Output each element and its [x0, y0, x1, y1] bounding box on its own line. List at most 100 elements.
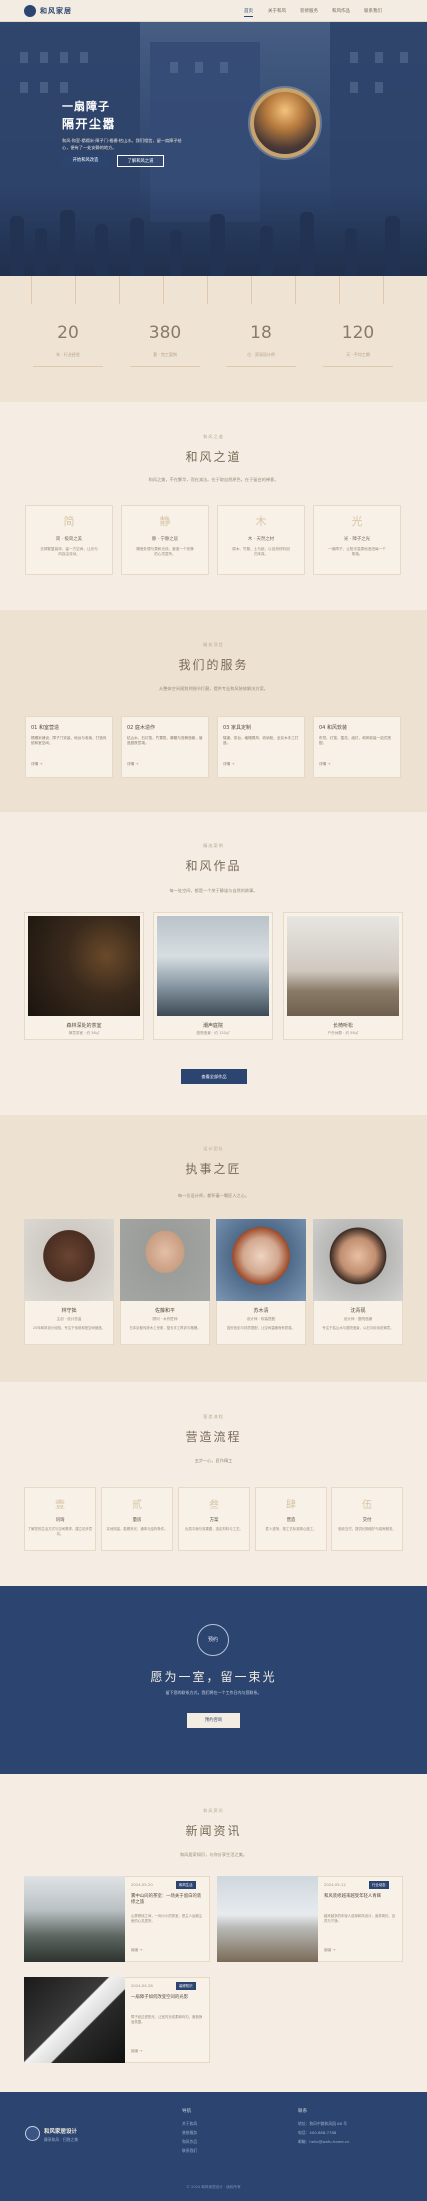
nav-services[interactable]: 装修服务 [300, 8, 318, 14]
service-more-link[interactable]: 详情 → [223, 762, 234, 767]
step-number: 贰 [132, 1500, 142, 1511]
hero-description: 和风·和室·榻榻米·障子门·格栅·枯山水。我们相信，留一扇障子给心，便有了一处安… [62, 138, 182, 150]
news-title[interactable]: 一扇障子如何改变空间的光影 [131, 1995, 204, 2001]
nav-works[interactable]: 和风作品 [332, 8, 350, 14]
section-title: 和风之道 [185, 450, 242, 464]
news-read-more[interactable]: 阅读 → [131, 1948, 142, 1953]
section-description: 每一处空间，都是一个关于静谧与自然的故事。 [169, 888, 258, 893]
section-description: 从整体空间规划到细节打磨，提供专业和风装修解决方案。 [159, 686, 268, 691]
brand-name[interactable]: 和风家居 [40, 6, 72, 16]
step-number: 伍 [362, 1500, 372, 1511]
section-title: 我们的服务 [178, 658, 249, 672]
member-photo [120, 1219, 210, 1301]
work-image-waves [157, 916, 269, 1016]
section-description: 五步一心，匠作精工 [194, 1458, 233, 1463]
dao-desc: 一扇障子，让阳光温柔地洒进每一个角落。 [328, 547, 386, 556]
section-description: 每一位设计师，都怀着一颗匠人之心。 [177, 1193, 250, 1198]
news-desc: 山雾缭绕之间，一间小小的茶室，是主人远离尘嚣的心灵居所。 [131, 1914, 203, 1923]
service-more-link[interactable]: 详情 → [31, 762, 42, 767]
member-role: 设计师 · 庭院造景 [343, 1317, 373, 1321]
learn-more-button[interactable]: 了解和风之道 [117, 155, 164, 167]
footer-link[interactable]: 关于和风 [182, 2121, 197, 2127]
step-desc: 出具平面与效果图，选定材料与工艺。 [185, 1527, 243, 1531]
stat-value: 120 [341, 323, 375, 343]
dao-name: 静 · 宁静之居 [151, 537, 179, 542]
step-number: 叁 [209, 1500, 219, 1511]
footer-link[interactable]: 联系我们 [182, 2148, 197, 2154]
view-all-works-button[interactable]: 查看全部作品 [181, 1069, 247, 1084]
step-name: 量房 [132, 1518, 142, 1523]
work-meta: 禅意茶室 · 约 36㎡ [68, 1031, 100, 1035]
footer-email[interactable]: 邮箱：hello@wafu-home.cn [298, 2139, 349, 2145]
logo-icon[interactable] [24, 5, 36, 17]
stat-value: 18 [250, 323, 272, 343]
book-consultation-button[interactable]: 预约咨询 [187, 1713, 240, 1728]
section-title: 新闻资讯 [185, 1824, 242, 1838]
news-date: 2024.05.12 [324, 1882, 346, 1887]
footer-link[interactable]: 装修服务 [182, 2130, 197, 2136]
member-role: 顾问 · 木作匠师 [152, 1317, 178, 1321]
news-category-badge: 和风生活 [176, 1881, 196, 1889]
service-more-link[interactable]: 详情 → [127, 762, 138, 767]
footer-logo-icon [25, 2126, 40, 2141]
work-title: 潮声庭院 [202, 1023, 223, 1029]
member-role: 设计师 · 软装搭配 [246, 1317, 276, 1321]
member-photo [216, 1219, 306, 1301]
footer-address: 地址：和风中路和风园 88 号 [298, 2121, 348, 2126]
hero-title-line2: 隔开尘嚣 [62, 117, 117, 131]
footer-tagline: 静享和风 · 归隐之美 [44, 2137, 78, 2142]
hero-title-line1: 一扇障子 [62, 100, 110, 113]
service-more-link[interactable]: 详情 → [319, 762, 330, 767]
stat-label: 年 · 行业经验 [56, 352, 80, 357]
dao-desc: 去掉繁复装饰，留一方空间，让光与风自由流动。 [40, 547, 98, 556]
member-desc: 20年和风设计经验，专注于传统和室空间营造。 [32, 1326, 106, 1330]
news-read-more[interactable]: 阅读 → [324, 1948, 335, 1953]
service-desc: 矮桌、茶台、格栅屏风、收纳柜，全实木手工打造。 [223, 736, 299, 745]
section-description: 和风之美，不在繁华，而在减法。在于取自然原色，在于留白的禅意。 [148, 477, 279, 482]
stat-label: 位 · 资深设计师 [247, 352, 275, 357]
section-title: 营造流程 [185, 1430, 242, 1444]
news-desc: 越来越多的年轻人选择和风设计，追求简约、自然与宁静。 [324, 1914, 396, 1923]
news-title[interactable]: 雾中山间的茶室：一场关于留白的装修之旅 [131, 1894, 204, 1906]
hero-circle-image [250, 88, 320, 158]
footer-brand: 和风家居设计 [44, 2129, 78, 2135]
process-section [0, 1382, 427, 1586]
footer-nav-heading: 导航 [182, 2109, 192, 2114]
step-name: 交付 [362, 1518, 372, 1523]
dao-char: 简 [63, 515, 75, 528]
service-desc: 榻榻米铺设、障子门安装、地台与收纳，打造传统和室空间。 [31, 736, 107, 745]
footer-copyright: © 2024 和风家居设计 · 版权所有 [186, 2185, 241, 2189]
step-desc: 验收交付，提供长期维护与保养服务。 [338, 1527, 396, 1531]
work-meta: 户外休憩 · 约 58㎡ [327, 1031, 359, 1035]
dao-char: 木 [255, 515, 267, 528]
step-number: 壹 [55, 1500, 65, 1511]
section-title: 和风作品 [185, 859, 242, 873]
news-category-badge: 装修知识 [176, 1982, 196, 1990]
news-read-more[interactable]: 阅读 → [131, 2049, 142, 2054]
stat-label: 天 · 平均工期 [346, 352, 370, 357]
nav-about[interactable]: 关于和风 [268, 8, 286, 14]
member-photo [24, 1219, 114, 1301]
start-renovation-button[interactable]: 开始和风改造 [62, 155, 109, 167]
member-photo [313, 1219, 403, 1301]
step-name: 问询 [55, 1518, 65, 1523]
site-header: 和风家居 首页 关于和风 装修服务 和风作品 联系我们 [0, 0, 427, 22]
section-kicker: 和风之道 [203, 434, 224, 439]
nav-contact[interactable]: 联系我们 [364, 8, 382, 14]
dao-name: 光 · 障子之光 [343, 537, 371, 542]
footer-contact-heading: 联系 [298, 2109, 308, 2114]
member-desc: 擅长色彩与材质搭配，让空间温暖而有质感。 [227, 1326, 295, 1330]
services-section [0, 610, 427, 812]
nav-home[interactable]: 首页 [244, 8, 253, 17]
member-name: 苏木清 [253, 1308, 269, 1314]
service-desc: 布帘、灯笼、插花、纸灯，和风软装一站式搭配。 [319, 736, 391, 745]
section-kicker: 精选案例 [203, 843, 224, 848]
section-description: 和风居家知识，与你分享生活之美。 [179, 1852, 247, 1857]
dao-desc: 原木、竹藤、土与纸，以自然材料回归本真。 [232, 547, 290, 556]
news-title[interactable]: 和风装修越来越受年轻人青睐 [324, 1894, 397, 1900]
service-title: 04 和风软装 [319, 725, 347, 731]
footer-link[interactable]: 和风作品 [182, 2139, 197, 2145]
service-title: 02 庭木造作 [127, 725, 155, 731]
news-date: 2024.04.28 [131, 1983, 153, 1988]
dao-desc: 隔音处理与柔和光线，营造一个安静的心灵居所。 [136, 547, 194, 556]
